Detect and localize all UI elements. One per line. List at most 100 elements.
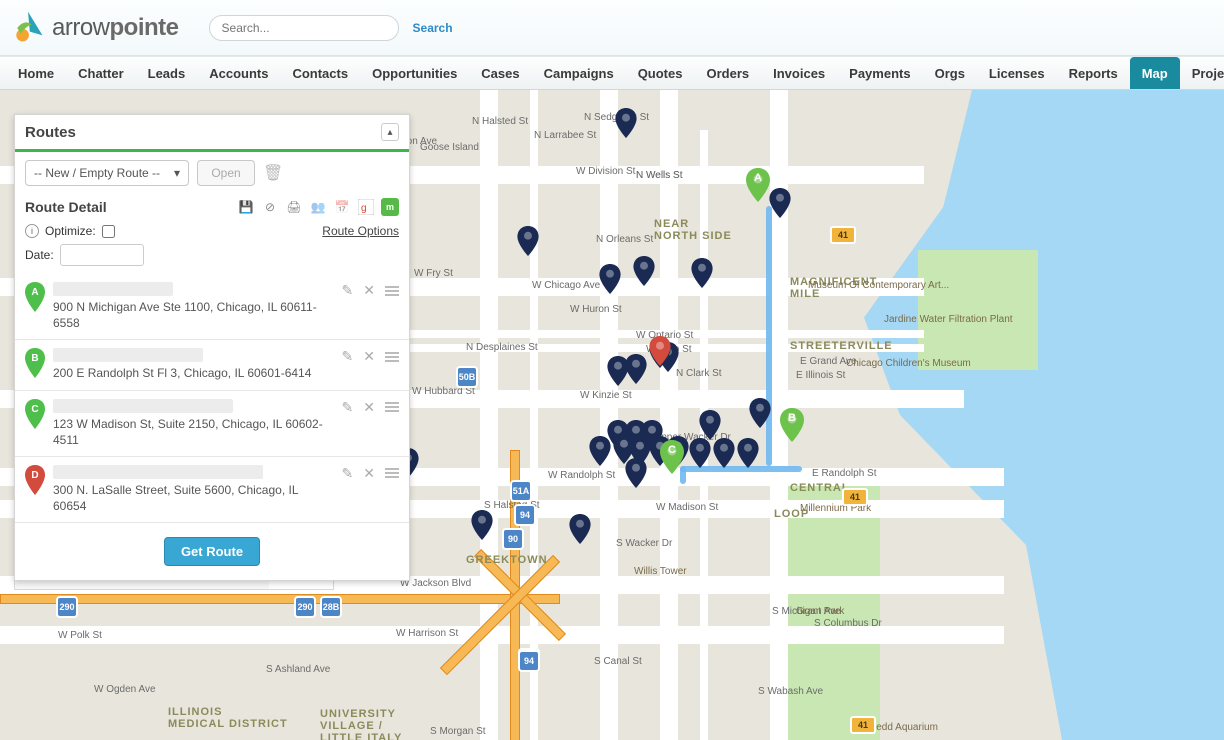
optimize-checkbox[interactable] [102, 225, 115, 238]
info-icon[interactable]: i [25, 224, 39, 238]
map-pin[interactable] [633, 256, 655, 286]
get-route-button[interactable]: Get Route [164, 537, 260, 566]
edit-stop-icon[interactable]: ✎ [342, 348, 354, 365]
route-shield: 51A [510, 480, 532, 502]
poi-label: Jardine Water Filtration Plant [884, 314, 1013, 325]
street-label: S Ashland Ave [266, 664, 330, 675]
map-pin[interactable] [625, 354, 647, 384]
poi-label: Grant Park [796, 606, 844, 617]
search-button[interactable]: Search [405, 17, 461, 39]
poi-label: Chicago Children's Museum [846, 358, 971, 369]
tab-leads[interactable]: Leads [136, 57, 198, 89]
search-input[interactable] [209, 15, 399, 41]
remove-stop-icon[interactable]: ✕ [363, 399, 375, 416]
tab-licenses[interactable]: Licenses [977, 57, 1057, 89]
stop-name-redacted [53, 348, 203, 362]
calendar-icon[interactable]: 📅 [333, 198, 351, 216]
tab-payments[interactable]: Payments [837, 57, 922, 89]
remove-stop-icon[interactable]: ✕ [363, 465, 375, 482]
remove-stop-icon[interactable]: ✕ [363, 282, 375, 299]
street-label: N Larrabee St [534, 130, 596, 141]
route-options-link[interactable]: Route Options [322, 224, 399, 238]
map-pin[interactable] [713, 438, 735, 468]
tab-orgs[interactable]: Orgs [923, 57, 977, 89]
stop-marker-icon: D [25, 465, 45, 498]
nav-tabs: HomeChatterLeadsAccountsContactsOpportun… [0, 56, 1224, 90]
tab-cases[interactable]: Cases [469, 57, 531, 89]
tab-orders[interactable]: Orders [694, 57, 761, 89]
map-pin-destination[interactable] [649, 336, 671, 366]
street-label: W Ogden Ave [94, 684, 156, 695]
tab-opportunities[interactable]: Opportunities [360, 57, 469, 89]
tab-contacts[interactable]: Contacts [280, 57, 360, 89]
neighborhood-label: ILLINOISMEDICAL DISTRICT [168, 706, 288, 730]
route-detail-title: Route Detail [25, 199, 107, 215]
stop-marker-icon: B [25, 348, 45, 381]
route-shield: 290 [56, 596, 78, 618]
map-pin[interactable] [589, 436, 611, 466]
route-marker-A[interactable]: A [746, 168, 770, 202]
edit-stop-icon[interactable]: ✎ [342, 399, 354, 416]
street-label: W Chicago Ave [532, 280, 600, 291]
drag-handle-icon[interactable] [385, 402, 399, 412]
street-label: N Desplaines St [466, 342, 538, 353]
map-pin[interactable] [691, 258, 713, 288]
route-select[interactable]: -- New / Empty Route -- ▾ [25, 160, 189, 186]
route-marker-B[interactable]: B [780, 408, 804, 442]
neighborhood-label: GREEKTOWN [466, 554, 548, 566]
tab-map[interactable]: Map [1130, 57, 1180, 89]
map-pin[interactable] [737, 438, 759, 468]
street-label: S Wabash Ave [758, 686, 823, 697]
tab-campaigns[interactable]: Campaigns [532, 57, 626, 89]
tab-projects[interactable]: Projects [1180, 57, 1224, 89]
map-pin[interactable] [699, 410, 721, 440]
tab-accounts[interactable]: Accounts [197, 57, 280, 89]
delete-route-icon[interactable]: 🗑 [263, 163, 283, 183]
neighborhood-label: NEARNORTH SIDE [654, 218, 732, 242]
chevron-down-icon: ▾ [174, 166, 180, 180]
tab-invoices[interactable]: Invoices [761, 57, 837, 89]
map-pin[interactable] [769, 188, 791, 218]
street-label: W Randolph St [548, 470, 615, 481]
mapquest-icon[interactable]: m [381, 198, 399, 216]
edit-stop-icon[interactable]: ✎ [342, 465, 354, 482]
tab-quotes[interactable]: Quotes [626, 57, 695, 89]
street-label: W Jackson Blvd [400, 578, 471, 589]
street-label: Goose Island [420, 142, 479, 153]
svg-text:A: A [31, 287, 38, 298]
map-pin[interactable] [471, 510, 493, 540]
panel-collapse-button[interactable]: ▴ [381, 123, 399, 141]
date-input[interactable] [60, 244, 144, 266]
remove-stop-icon[interactable]: ✕ [363, 348, 375, 365]
map-pin[interactable] [615, 108, 637, 138]
drag-handle-icon[interactable] [385, 468, 399, 478]
stop-address: 300 N. LaSalle Street, Suite 5600, Chica… [53, 482, 334, 514]
tab-chatter[interactable]: Chatter [66, 57, 136, 89]
street-label: N Clark St [676, 368, 722, 379]
map-pin[interactable] [517, 226, 539, 256]
route-stop: B 200 E Randolph St Fl 3, Chicago, IL 60… [15, 340, 409, 390]
google-icon[interactable]: g [357, 198, 375, 216]
map-canvas[interactable]: ABCNEARNORTH SIDEMAGNIFICENTMILESTREETER… [0, 90, 1224, 740]
edit-stop-icon[interactable]: ✎ [342, 282, 354, 299]
route-shield: 90 [502, 528, 524, 550]
svg-text:g: g [361, 203, 367, 214]
print-icon[interactable]: 🖨 [285, 198, 303, 216]
drag-handle-icon[interactable] [385, 352, 399, 362]
map-pin[interactable] [689, 438, 711, 468]
street-label: N Orleans St [596, 234, 653, 245]
open-route-button[interactable]: Open [197, 160, 255, 186]
route-shield: 41 [850, 716, 876, 734]
drag-handle-icon[interactable] [385, 286, 399, 296]
map-pin[interactable] [625, 458, 647, 488]
map-pin[interactable] [569, 514, 591, 544]
save-icon[interactable]: 💾 [237, 198, 255, 216]
map-pin[interactable] [749, 398, 771, 428]
tab-reports[interactable]: Reports [1057, 57, 1130, 89]
tab-home[interactable]: Home [6, 57, 66, 89]
street-label: S Canal St [594, 656, 642, 667]
map-pin[interactable] [599, 264, 621, 294]
route-marker-C[interactable]: C [660, 440, 684, 474]
share-icon[interactable]: 👥 [309, 198, 327, 216]
clear-icon[interactable]: ⊘ [261, 198, 279, 216]
